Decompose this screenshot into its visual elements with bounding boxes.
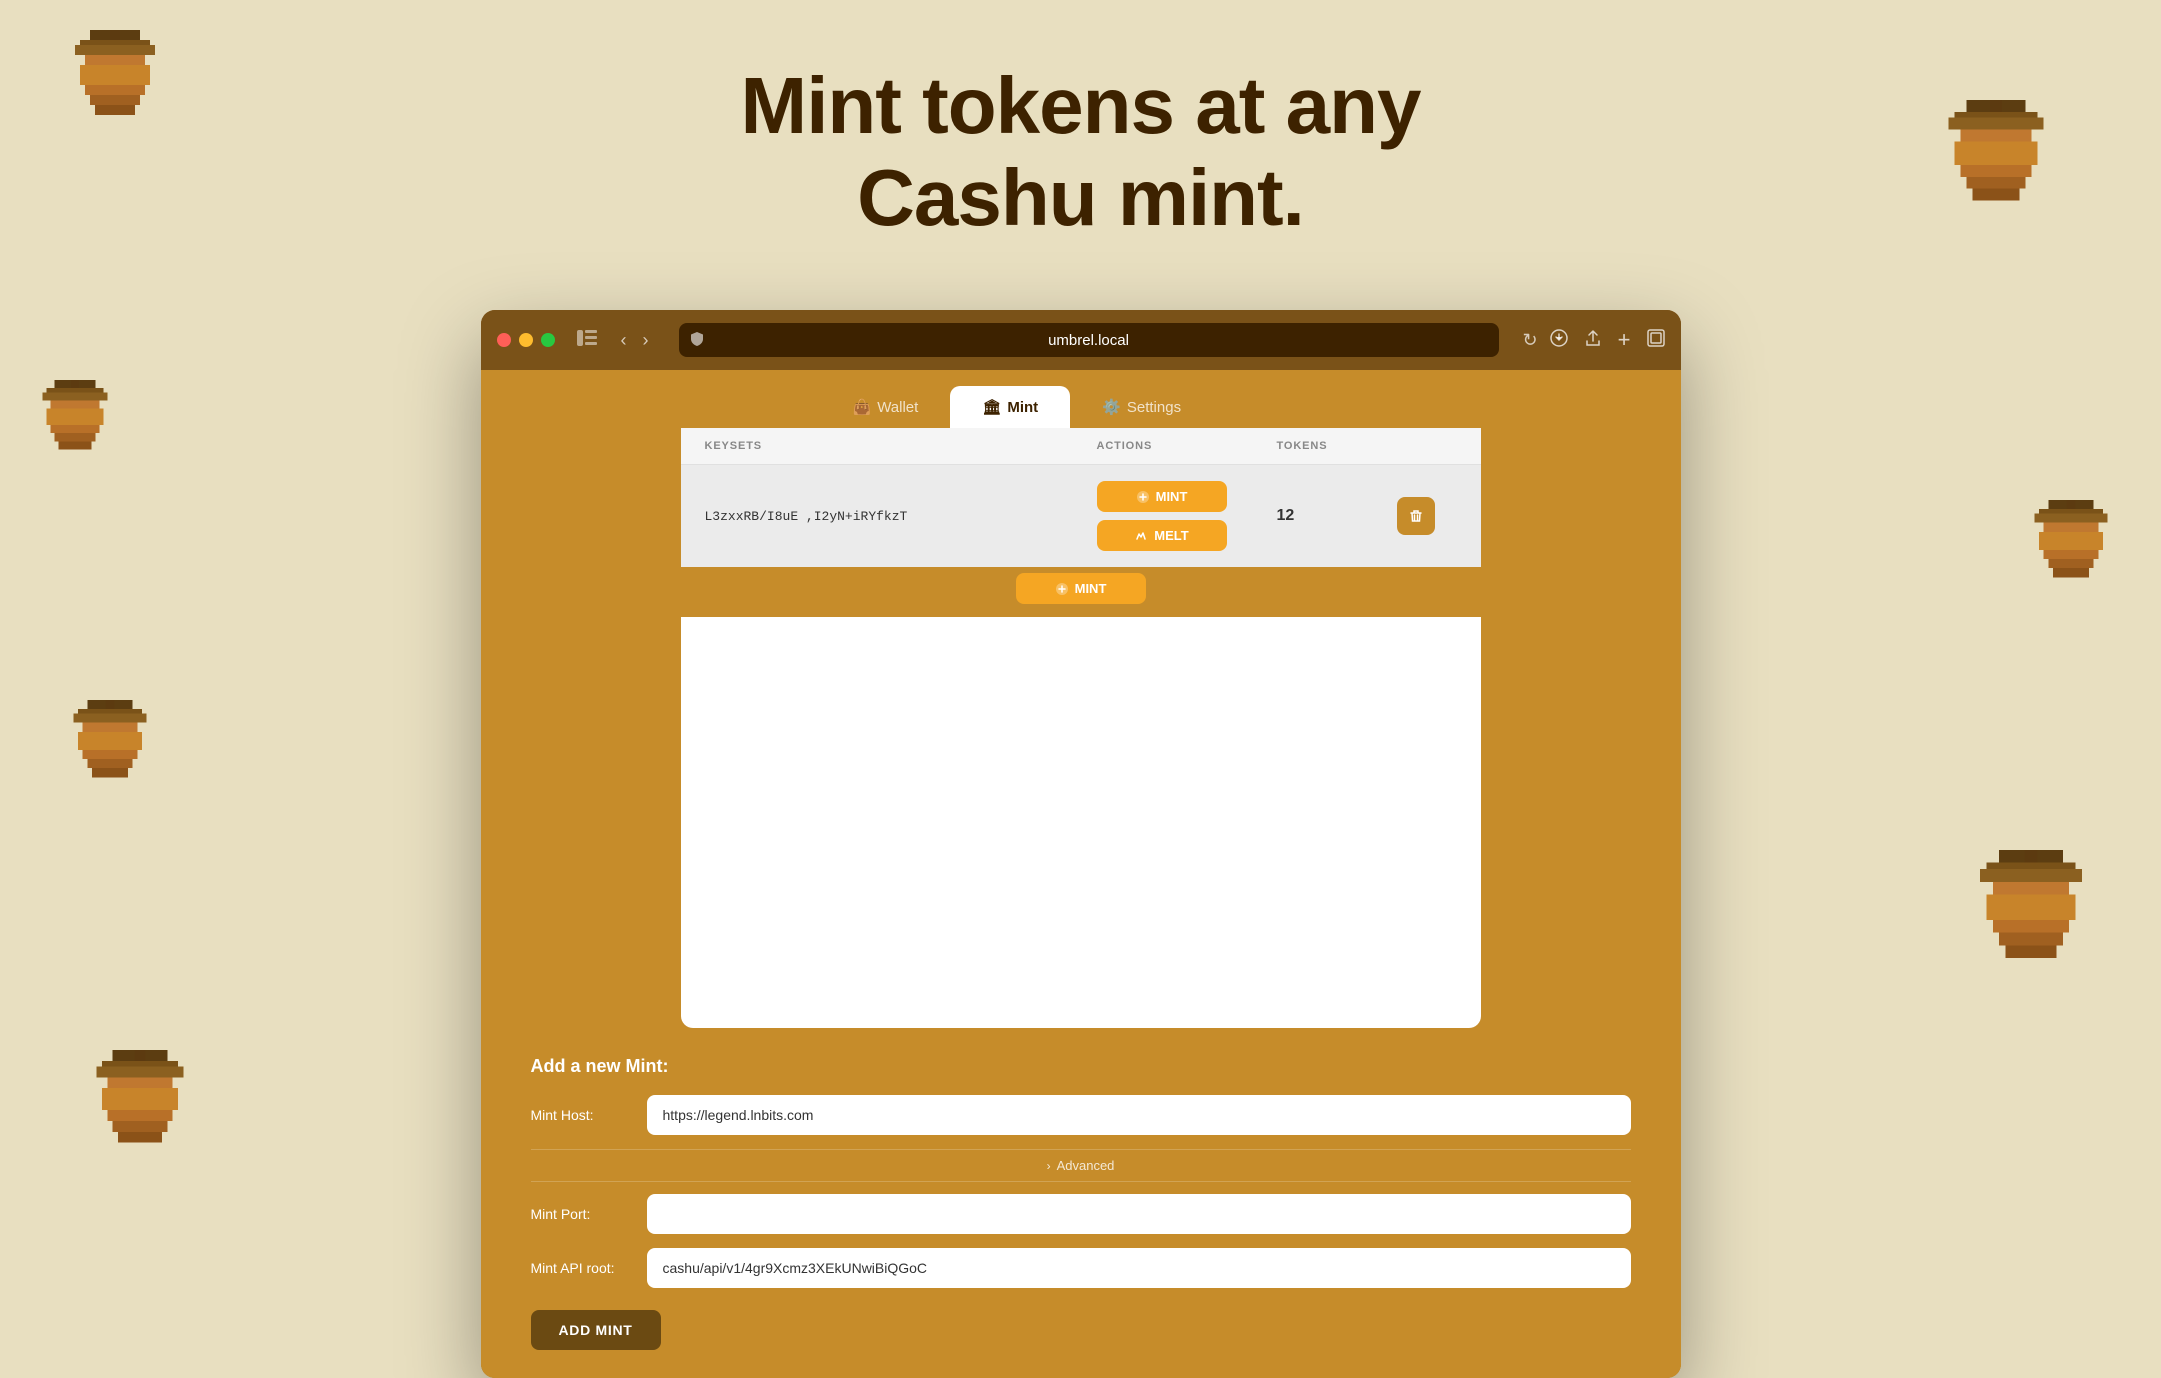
add-mint-title: Add a new Mint: [531, 1056, 1631, 1077]
mint-api-root-input[interactable] [647, 1248, 1631, 1288]
download-icon[interactable] [1550, 329, 1568, 352]
delete-keyset-button[interactable] [1397, 497, 1435, 535]
address-bar[interactable]: umbrel.local [679, 323, 1499, 357]
actions-cell: MINT MELT [1097, 481, 1277, 551]
browser-toolbar: ‹ › umbrel.local ↻ [481, 310, 1681, 370]
api-root-form-row: Mint API root: [531, 1248, 1631, 1288]
forward-button[interactable]: › [637, 326, 655, 355]
mint-host-input[interactable] [647, 1095, 1631, 1135]
settings-icon: ⚙️ [1102, 398, 1121, 416]
security-icon [691, 332, 703, 349]
url-text: umbrel.local [1048, 332, 1129, 349]
advanced-toggle[interactable]: › Advanced [531, 1149, 1631, 1182]
table-header: KEYSETS ACTIONS TOKENS [681, 428, 1481, 465]
share-icon[interactable] [1584, 329, 1602, 352]
sidebar-toggle-button[interactable] [577, 330, 597, 351]
mint-button[interactable]: MINT [1097, 481, 1227, 512]
port-label: Mint Port: [531, 1206, 631, 1222]
tokens-count-cell: 12 [1277, 507, 1397, 525]
wallet-icon: 👜 [853, 398, 872, 416]
mint-icon: 🏛 [982, 398, 1001, 416]
page-headline: Mint tokens at any Cashu mint. [631, 60, 1531, 244]
browser-nav: ‹ › [615, 326, 655, 355]
advanced-label: Advanced [1057, 1158, 1115, 1173]
tab-settings-label: Settings [1127, 399, 1181, 416]
host-form-row: Mint Host: [531, 1095, 1631, 1135]
traffic-light-fullscreen[interactable] [541, 333, 555, 347]
melt-button[interactable]: MELT [1097, 520, 1227, 551]
toolbar-actions: + [1550, 327, 1665, 353]
add-mint-section: Add a new Mint: Mint Host: › Advanced Mi… [481, 1028, 1681, 1378]
partial-mint-button[interactable]: MINT [1016, 573, 1146, 604]
tab-mint-label: Mint [1007, 399, 1038, 416]
traffic-light-close[interactable] [497, 333, 511, 347]
partial-row: MINT [681, 567, 1481, 617]
col-header-tokens: TOKENS [1277, 440, 1397, 452]
back-button[interactable]: ‹ [615, 326, 633, 355]
tab-settings[interactable]: ⚙️ Settings [1070, 386, 1213, 428]
partial-mint-label: MINT [1075, 581, 1107, 596]
add-mint-button[interactable]: ADD MINT [531, 1310, 661, 1350]
mint-btn-label: MINT [1156, 489, 1188, 504]
traffic-light-minimize[interactable] [519, 333, 533, 347]
headline-line1: Mint tokens at any [631, 60, 1531, 152]
table-row: L3zxxRB/I8uE ,I2yN+iRYfkzT MINT MELT [681, 465, 1481, 567]
tab-mint[interactable]: 🏛 Mint [950, 386, 1070, 428]
keyset-id-cell: L3zxxRB/I8uE ,I2yN+iRYfkzT [705, 509, 1097, 524]
traffic-lights [497, 333, 555, 347]
tab-bar: 👜 Wallet 🏛 Mint ⚙️ Settings [481, 370, 1681, 428]
chevron-right-icon: › [1047, 1159, 1051, 1173]
browser-window: ‹ › umbrel.local ↻ [481, 310, 1681, 1378]
delete-cell [1397, 497, 1457, 535]
col-header-actions: ACTIONS [1097, 440, 1277, 452]
app-panel: KEYSETS ACTIONS TOKENS L3zxxRB/I8uE ,I2y… [681, 428, 1481, 1028]
new-tab-icon[interactable]: + [1618, 327, 1631, 353]
tab-wallet-label: Wallet [877, 399, 918, 416]
col-header-delete [1397, 440, 1457, 452]
headline-line2: Cashu mint. [631, 152, 1531, 244]
tab-wallet[interactable]: 👜 Wallet [821, 386, 951, 428]
add-mint-btn-label: ADD MINT [559, 1322, 633, 1338]
browser-content: 👜 Wallet 🏛 Mint ⚙️ Settings KEYSETS ACTI… [481, 370, 1681, 1378]
port-form-row: Mint Port: [531, 1194, 1631, 1234]
mint-port-input[interactable] [647, 1194, 1631, 1234]
host-label: Mint Host: [531, 1107, 631, 1123]
tabs-icon[interactable] [1647, 329, 1665, 352]
api-root-label: Mint API root: [531, 1260, 631, 1276]
col-header-keysets: KEYSETS [705, 440, 1097, 452]
melt-btn-label: MELT [1154, 528, 1188, 543]
reload-icon[interactable]: ↻ [1523, 330, 1538, 351]
